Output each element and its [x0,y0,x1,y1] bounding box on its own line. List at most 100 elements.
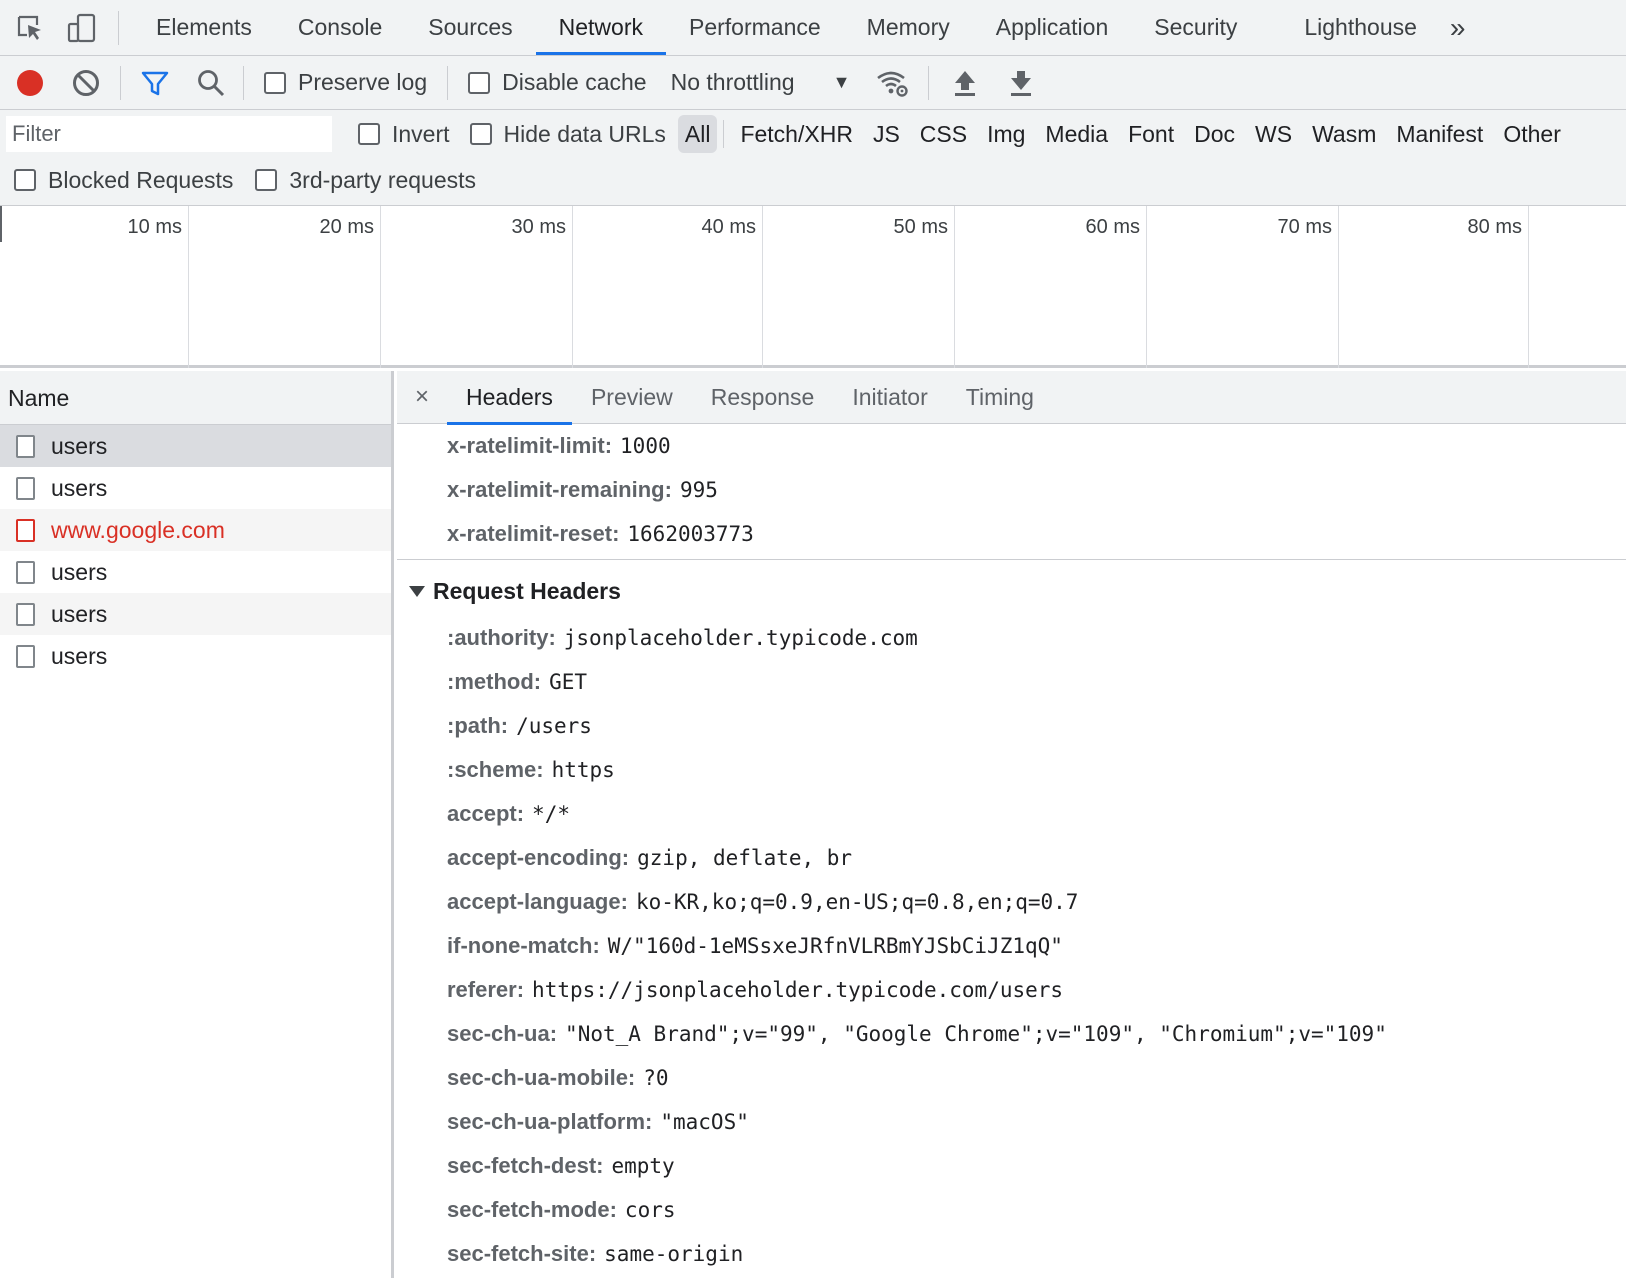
type-filter-ws[interactable]: WS [1245,115,1302,153]
filter-row-secondary: Blocked Requests 3rd-party requests [14,160,476,200]
type-filter-other[interactable]: Other [1493,115,1571,153]
timeline-tick: 80 ms [1339,206,1529,368]
invert-checkbox[interactable] [358,123,380,145]
request-header-row: :path: /users [447,704,592,748]
request-headers-title: Request Headers [433,578,621,604]
document-icon [16,434,35,458]
toolbar-separator [243,65,244,100]
third-party-checkbox[interactable] [255,169,278,191]
blocked-requests-toggle[interactable]: Blocked Requests [14,167,233,194]
hide-data-urls-toggle[interactable]: Hide data URLs [469,121,666,148]
throttling-value: No throttling [670,69,795,95]
request-name: users [51,432,108,459]
type-filter-all[interactable]: All [677,115,718,153]
header-value: GET [549,670,588,694]
request-row[interactable]: users [0,635,391,677]
export-har-icon[interactable] [993,56,1049,110]
timeline-tick: 60 ms [955,206,1147,368]
request-header-row: accept-language: ko-KR,ko;q=0.9,en-US;q=0… [447,880,1078,924]
header-value: https [551,758,615,782]
blocked-requests-checkbox[interactable] [14,169,36,191]
header-key: accept-language: [447,889,628,914]
type-filter-doc[interactable]: Doc [1184,115,1245,153]
clear-icon[interactable] [58,56,114,110]
tab-sources[interactable]: Sources [405,0,535,55]
blocked-requests-label: Blocked Requests [48,166,234,193]
request-name: users [51,642,108,669]
request-name: users [51,600,108,627]
device-toolbar-icon[interactable] [66,12,98,44]
tab-network[interactable]: Network [535,0,667,55]
requests-panel: Name users users www.google.com users us… [0,371,394,1278]
request-row[interactable]: users [0,593,391,635]
request-header-row: accept-encoding: gzip, deflate, br [447,836,852,880]
timeline-overview[interactable]: 10 ms 20 ms 30 ms 40 ms 50 ms 60 ms 70 m… [0,206,1626,368]
document-icon [16,602,35,626]
response-header-row: x-ratelimit-limit: 1000 [447,424,671,468]
search-icon[interactable] [183,56,239,110]
section-divider [397,559,1626,560]
header-key: x-ratelimit-limit: [447,433,613,458]
header-value: 1662003773 [627,522,754,546]
request-headers-section-toggle[interactable]: Request Headers [409,569,621,613]
hide-data-urls-checkbox[interactable] [469,123,492,145]
request-header-row: sec-fetch-dest: empty [447,1144,675,1188]
tab-initiator[interactable]: Initiator [833,371,946,424]
header-key: :path: [447,713,509,738]
request-details-panel: × Headers Preview Response Initiator Tim… [397,371,1626,1278]
disable-cache-checkbox[interactable] [468,71,491,94]
request-row[interactable]: users [0,425,391,467]
header-value: same-origin [604,1242,744,1266]
request-row[interactable]: users [0,551,391,593]
tab-timing[interactable]: Timing [947,371,1053,424]
details-tab-bar: × Headers Preview Response Initiator Tim… [397,371,1626,425]
preserve-log-toggle[interactable]: Preserve log [264,69,427,96]
header-value: 1000 [620,434,671,458]
type-filter-img[interactable]: Img [977,115,1035,153]
header-value: cors [624,1198,676,1222]
type-filter-media[interactable]: Media [1035,115,1118,153]
inspect-element-icon[interactable] [14,12,46,44]
close-icon[interactable]: × [397,383,447,411]
filter-icon[interactable] [127,56,183,110]
tab-memory[interactable]: Memory [844,0,973,55]
disable-cache-toggle[interactable]: Disable cache [468,69,647,96]
header-key: :scheme: [447,757,544,782]
tab-headers[interactable]: Headers [447,371,572,425]
header-key: x-ratelimit-remaining: [447,477,672,502]
type-filter-font[interactable]: Font [1118,115,1184,153]
third-party-toggle[interactable]: 3rd-party requests [255,167,476,194]
record-icon[interactable] [2,56,58,110]
type-filter-wasm[interactable]: Wasm [1302,115,1386,153]
invert-toggle[interactable]: Invert [358,121,450,148]
request-row[interactable]: users [0,467,391,509]
filter-input[interactable]: Filter [6,116,332,152]
tab-security[interactable]: Security [1131,0,1281,55]
tab-performance[interactable]: Performance [666,0,844,55]
type-filter-js[interactable]: JS [863,115,910,153]
timeline-tick: 50 ms [763,206,955,368]
throttling-select[interactable]: No throttling ▼ [671,69,851,96]
name-column-header[interactable]: Name [0,371,391,425]
type-filter-css[interactable]: CSS [910,115,977,153]
tab-elements[interactable]: Elements [133,0,275,55]
more-tabs-icon[interactable]: » [1440,0,1476,55]
header-value: /users [516,714,592,738]
network-conditions-icon[interactable] [864,56,920,110]
disable-cache-label: Disable cache [502,69,647,95]
tab-lighthouse[interactable]: Lighthouse [1281,0,1440,55]
type-filter-fetch-xhr[interactable]: Fetch/XHR [730,115,862,153]
tab-application[interactable]: Application [973,0,1132,55]
header-value: gzip, deflate, br [637,846,853,870]
tab-response[interactable]: Response [692,371,834,424]
tab-console[interactable]: Console [275,0,405,55]
tab-preview[interactable]: Preview [572,371,692,424]
invert-label: Invert [392,120,450,147]
header-value: ko-KR,ko;q=0.9,en-US;q=0.8,en;q=0.7 [635,890,1079,914]
request-row[interactable]: www.google.com [0,509,391,551]
filter-separator [723,120,725,148]
preserve-log-checkbox[interactable] [264,71,286,94]
type-filter-manifest[interactable]: Manifest [1386,115,1493,153]
request-header-row: sec-ch-ua: "Not_A Brand";v="99", "Google … [447,1012,1387,1056]
import-har-icon[interactable] [937,56,993,110]
